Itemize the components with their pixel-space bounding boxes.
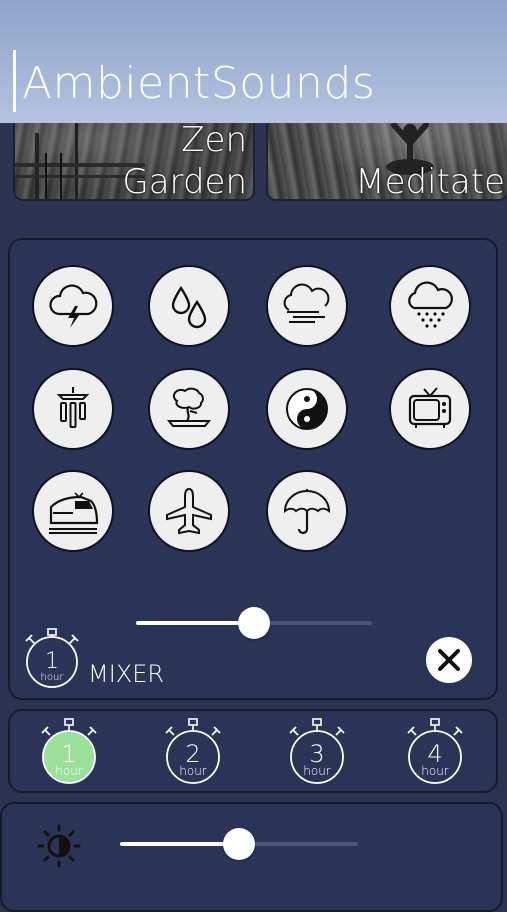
- scene-label-line1: Zen: [181, 123, 247, 160]
- bonsai-icon: [166, 387, 212, 427]
- umbrella-icon: [283, 489, 331, 535]
- brightness-icon: [37, 824, 81, 868]
- scene-label-meditate: Meditate: [355, 162, 505, 201]
- wind-chimes-icon: [56, 387, 90, 428]
- scene-label-line2: Garden: [122, 162, 247, 201]
- airplane-icon: [166, 487, 212, 535]
- scene-card-meditate[interactable]: Meditate: [266, 123, 507, 201]
- tv-icon: [408, 387, 452, 428]
- umbrella-button[interactable]: [266, 470, 348, 552]
- yin-yang-icon: [286, 388, 328, 430]
- mixer-timer-icon[interactable]: 1 hour: [20, 625, 84, 691]
- rain-cloud-button[interactable]: [389, 265, 471, 347]
- timer-4-unit: hour: [421, 764, 449, 778]
- train-button[interactable]: [32, 470, 114, 552]
- brightness-fill: [120, 842, 239, 846]
- mixer-timer-unit: hour: [41, 672, 65, 683]
- mixer-timer-number: 1: [45, 649, 59, 674]
- train-icon: [49, 492, 99, 534]
- timer-3-unit: hour: [303, 764, 331, 778]
- app-title: AmbientSounds: [22, 58, 376, 109]
- thunderstorm-icon: [49, 284, 98, 328]
- mixer-close-button[interactable]: [426, 637, 472, 683]
- airplane-button[interactable]: [148, 470, 230, 552]
- scene-label-zen-garden: Zen Garden: [122, 123, 247, 201]
- brightness-slider[interactable]: [120, 828, 358, 860]
- raindrops-button[interactable]: [148, 265, 230, 347]
- bonsai-button[interactable]: [148, 368, 230, 450]
- thunderstorm-button[interactable]: [32, 265, 114, 347]
- timer-2-hour-button[interactable]: 2 hour: [160, 715, 226, 785]
- wind-button[interactable]: [266, 265, 348, 347]
- timer-3-hour-button[interactable]: 3 hour: [284, 715, 350, 785]
- brightness-thumb[interactable]: [223, 828, 255, 860]
- raindrops-icon: [171, 285, 207, 329]
- yin-yang-button[interactable]: [266, 368, 348, 450]
- mixer-label: MIXER: [88, 660, 165, 688]
- mixer-volume-fill: [136, 621, 254, 625]
- timer-1-unit: hour: [55, 764, 83, 778]
- timer-4-hour-button[interactable]: 4 hour: [402, 715, 468, 785]
- timer-1-hour-button[interactable]: 1 hour: [36, 715, 102, 785]
- rain-cloud-icon: [408, 281, 453, 328]
- scene-card-zen-garden[interactable]: Zen Garden: [13, 123, 255, 201]
- text-caret: [13, 50, 16, 112]
- app-header: AmbientSounds: [0, 0, 507, 123]
- wind-icon: [283, 283, 330, 323]
- close-icon: [438, 649, 460, 671]
- timer-2-unit: hour: [179, 764, 207, 778]
- mixer-volume-slider[interactable]: [136, 607, 372, 639]
- tv-button[interactable]: [389, 368, 471, 450]
- wind-chimes-button[interactable]: [32, 368, 114, 450]
- mixer-volume-thumb[interactable]: [238, 607, 270, 639]
